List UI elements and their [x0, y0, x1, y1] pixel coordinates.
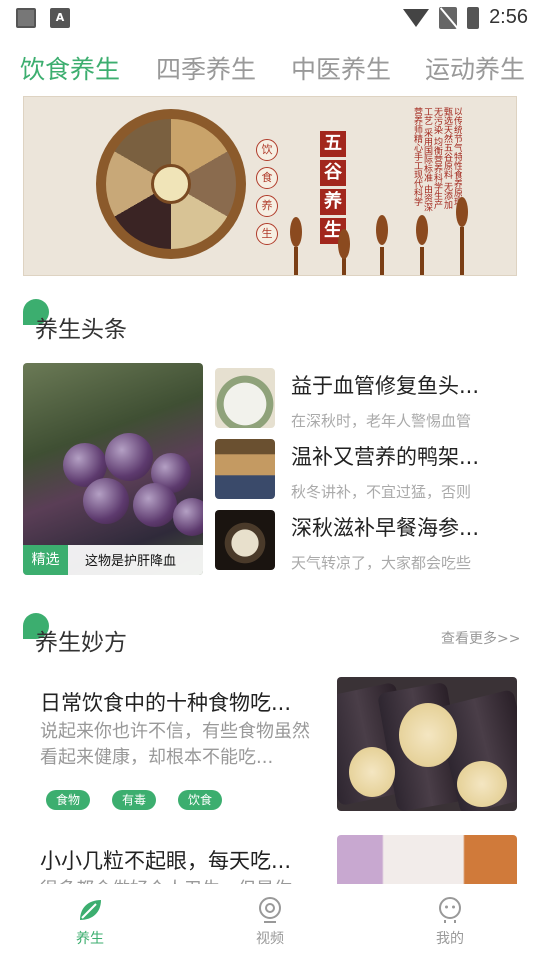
headline-item[interactable]: 益于血管修复鱼头... 在深秋时，老年人警惕血管: [215, 368, 517, 430]
headline-thumbnail: [215, 510, 275, 570]
banner-side-label: 饮 食 养 生: [256, 139, 278, 245]
banner-body-text: 以传统节气特性食养原理 甄选天然五谷原料 无添加无污染 均衡营养科学生产工艺 采…: [412, 107, 462, 212]
wifi-icon: [403, 8, 430, 27]
recipe-description: 说起来你也许不信，有些食物虽然看起来健康，却根本不能吃...: [40, 721, 310, 768]
category-tabs: 饮食养生 四季养生 中医养生 运动养生: [0, 46, 540, 88]
headline-thumbnail: [215, 368, 275, 428]
recipe-title: 小小几粒不起眼，每天吃...: [40, 849, 292, 873]
video-camera-icon: [259, 897, 281, 923]
recipe-image: [337, 835, 517, 885]
profile-icon: [439, 897, 461, 923]
nav-profile[interactable]: 我的: [410, 896, 490, 948]
recipe-title: 日常饮食中的十种食物吃...: [40, 691, 292, 715]
bottom-navigation: 养生 视频 我的: [0, 884, 540, 960]
tab-exercise[interactable]: 运动养生: [425, 50, 525, 86]
view-more-link[interactable]: 查看更多>>: [441, 628, 520, 648]
headline-subtitle: 在深秋时，老年人警惕血管: [291, 412, 472, 430]
status-indicators: 2:56: [403, 6, 528, 29]
headline-subtitle: 秋冬讲补，不宜过猛，否则: [291, 483, 472, 501]
recipe-tag: 饮食: [178, 790, 223, 810]
banner-title: 五 谷 养 生: [320, 131, 346, 244]
recipe-card[interactable]: 日常饮食中的十种食物吃... 说起来你也许不信，有些食物虽然看起来健康，却根本不…: [0, 677, 540, 813]
recipe-tag: 有毒: [112, 790, 157, 810]
headline-item[interactable]: 深秋滋补早餐海参... 天气转凉了，大家都会吃些: [215, 510, 517, 572]
headline-subtitle: 天气转凉了，大家都会吃些: [291, 554, 472, 572]
featured-caption: 这物是护肝降血: [85, 554, 177, 569]
recipes-section-title: 养生妙方: [35, 630, 127, 656]
no-sim-icon: [439, 6, 458, 29]
status-time: 2:56: [489, 6, 528, 28]
grain-bowl-image: [96, 109, 246, 259]
featured-tag: 精选: [23, 545, 68, 575]
tab-chinese-medicine[interactable]: 中医养生: [291, 50, 391, 86]
tab-seasons[interactable]: 四季养生: [156, 50, 256, 86]
nav-health[interactable]: 养生: [50, 896, 130, 948]
headline-thumbnail: [215, 439, 275, 499]
tab-diet[interactable]: 饮食养生: [20, 50, 120, 86]
status-bar: A 2:56: [0, 0, 540, 36]
headline-title: 深秋滋补早餐海参...: [291, 516, 480, 540]
featured-article-card[interactable]: 精选 这物是护肝降血: [23, 363, 203, 575]
image-notification-icon: [16, 8, 36, 28]
sugarcane-image: [337, 677, 517, 811]
promo-banner[interactable]: 饮 食 养 生 五 谷 养 生 以传统节气特性食养原理 甄选天然五谷原料 无添加…: [23, 96, 517, 276]
notification-icons: A: [16, 8, 70, 28]
battery-icon: [467, 6, 480, 29]
nav-video-label: 视频: [256, 931, 284, 947]
text-notification-icon: A: [50, 8, 70, 28]
headline-item[interactable]: 温补又营养的鸭架... 秋冬讲补，不宜过猛，否则: [215, 439, 517, 501]
headlines-section-title: 养生头条: [35, 317, 127, 343]
recipe-tag: 食物: [46, 790, 91, 810]
recipe-tags: 食物 有毒 饮食: [46, 790, 223, 810]
recipe-card[interactable]: 小小几粒不起眼，每天吃... 很多都会做好个人卫生，但是你: [0, 835, 540, 885]
leaf-icon: [80, 900, 101, 920]
headline-title: 温补又营养的鸭架...: [291, 445, 480, 469]
nav-profile-label: 我的: [436, 931, 464, 947]
nav-health-label: 养生: [76, 931, 104, 947]
nav-video[interactable]: 视频: [230, 896, 310, 948]
headline-title: 益于血管修复鱼头...: [291, 374, 480, 398]
